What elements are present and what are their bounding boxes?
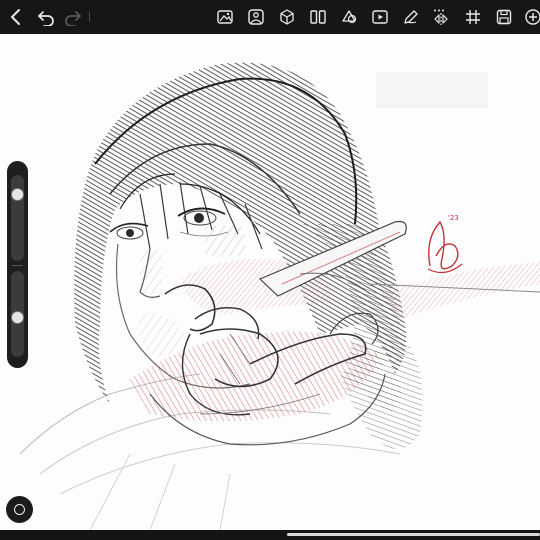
signature-year: '23 xyxy=(448,214,459,222)
modify-circle-icon xyxy=(14,504,25,515)
modify-button[interactable] xyxy=(6,496,33,523)
sketch-artwork: '23 xyxy=(19,62,540,530)
undo-icon[interactable] xyxy=(35,6,57,28)
video-play-icon[interactable] xyxy=(369,6,391,28)
pen-tool-icon[interactable] xyxy=(400,6,422,28)
home-indicator[interactable] xyxy=(287,533,540,536)
artist-signature: '23 xyxy=(427,214,463,274)
back-chevron-icon[interactable] xyxy=(5,6,27,28)
grid-icon[interactable] xyxy=(462,6,484,28)
top-toolbar xyxy=(0,0,540,34)
3d-cube-icon[interactable] xyxy=(276,6,298,28)
split-view-icon[interactable] xyxy=(307,6,329,28)
reference-image-icon[interactable] xyxy=(245,6,267,28)
redo-icon[interactable] xyxy=(62,6,84,28)
smudge-area xyxy=(376,72,488,108)
symmetry-icon[interactable] xyxy=(430,6,452,28)
bottom-bar xyxy=(0,530,540,540)
slider-divider xyxy=(12,265,23,266)
save-icon[interactable] xyxy=(493,6,515,28)
add-icon[interactable] xyxy=(522,6,540,28)
brush-side-panel xyxy=(7,161,28,368)
drawing-canvas[interactable]: '23 2939strokes xyxy=(0,34,540,530)
shapes-icon[interactable] xyxy=(338,6,360,28)
image-gallery-icon[interactable] xyxy=(214,6,236,28)
toolbar-divider xyxy=(89,12,90,22)
